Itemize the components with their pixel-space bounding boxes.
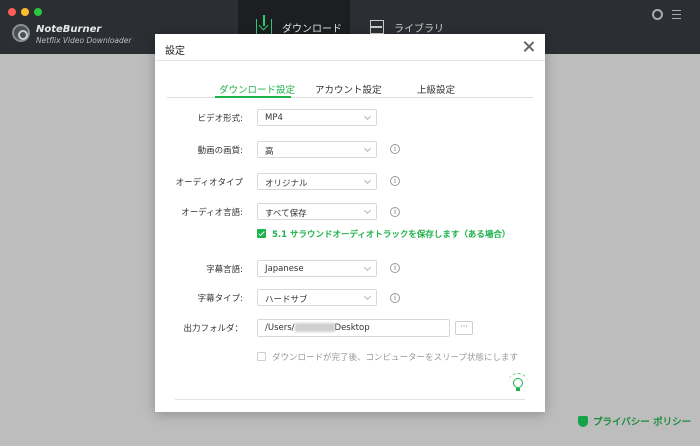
dialog-divider bbox=[155, 60, 545, 61]
tab-account-settings[interactable]: アカウント設定 bbox=[315, 82, 382, 96]
tab-download-label: ダウンロード bbox=[282, 23, 342, 35]
download-icon bbox=[256, 15, 272, 35]
info-icon[interactable]: i bbox=[390, 176, 400, 186]
redacted-username bbox=[294, 323, 335, 332]
chevron-down-icon bbox=[363, 176, 372, 185]
dialog-title: 設定 bbox=[165, 46, 185, 57]
shield-icon bbox=[578, 415, 588, 427]
output-folder-suffix: Desktop bbox=[334, 323, 370, 333]
gear-icon[interactable] bbox=[652, 9, 663, 20]
browse-folder-button[interactable]: ··· bbox=[455, 321, 473, 335]
tab-advanced-settings[interactable]: 上級設定 bbox=[417, 82, 455, 96]
audio-language-select[interactable]: すべて保存 bbox=[257, 203, 377, 220]
chevron-down-icon bbox=[363, 112, 372, 121]
lightbulb-icon[interactable] bbox=[513, 378, 523, 391]
tab-library-label: ライブラリ bbox=[394, 23, 444, 35]
zoom-window-button[interactable] bbox=[34, 8, 42, 16]
tab-download-settings[interactable]: ダウンロード設定 bbox=[219, 82, 295, 96]
info-icon[interactable]: i bbox=[390, 263, 400, 273]
subtitle-language-label: 字幕言語: bbox=[206, 265, 243, 275]
video-format-value: MP4 bbox=[265, 113, 283, 123]
close-icon[interactable] bbox=[523, 40, 535, 52]
info-icon[interactable]: i bbox=[390, 293, 400, 303]
audio-type-select[interactable]: オリジナル bbox=[257, 173, 377, 190]
active-tab-indicator bbox=[215, 96, 291, 98]
video-format-select[interactable]: MP4 bbox=[257, 109, 377, 126]
chevron-down-icon bbox=[363, 206, 372, 215]
surround-label: 5.1 サラウンドオーディオトラックを保存します（ある場合） bbox=[272, 230, 511, 240]
video-quality-label: 動画の画質: bbox=[197, 146, 243, 156]
video-format-label: ビデオ形式: bbox=[197, 114, 243, 124]
privacy-policy-label: プライバシー ポリシー bbox=[593, 417, 692, 428]
menu-icon[interactable] bbox=[672, 10, 681, 19]
audio-type-label: オーディオタイプ bbox=[175, 178, 243, 188]
sleep-label: ダウンロードが完了後、コンピューターをスリープ状態にします bbox=[272, 353, 518, 363]
subtitle-type-select[interactable]: ハードサブ bbox=[257, 289, 377, 306]
output-folder-label: 出力フォルダ： bbox=[183, 324, 243, 334]
close-window-button[interactable] bbox=[8, 8, 16, 16]
video-quality-select[interactable]: 高 bbox=[257, 141, 377, 158]
brand-subtitle: Netflix Video Downloader bbox=[36, 36, 132, 45]
audio-language-label: オーディオ言語: bbox=[181, 208, 243, 218]
chevron-down-icon bbox=[363, 263, 372, 272]
subtitle-language-select[interactable]: Japanese bbox=[257, 260, 377, 277]
chevron-down-icon bbox=[363, 292, 372, 301]
dialog-footer-divider bbox=[175, 399, 525, 400]
output-folder-input[interactable]: /Users/Desktop bbox=[257, 319, 450, 337]
brand-name: NoteBurner bbox=[36, 24, 102, 35]
info-icon[interactable]: i bbox=[390, 207, 400, 217]
output-folder-prefix: /Users/ bbox=[265, 323, 295, 333]
library-icon bbox=[370, 20, 384, 34]
sleep-checkbox[interactable] bbox=[257, 352, 266, 361]
audio-type-value: オリジナル bbox=[265, 179, 308, 189]
video-quality-value: 高 bbox=[265, 147, 274, 157]
minimize-window-button[interactable] bbox=[21, 8, 29, 16]
info-icon[interactable]: i bbox=[390, 144, 400, 154]
privacy-policy-link[interactable]: プライバシー ポリシー bbox=[578, 414, 691, 428]
chevron-down-icon bbox=[363, 144, 372, 153]
app-logo-icon bbox=[12, 24, 30, 42]
settings-dialog: 設定 ダウンロード設定 アカウント設定 上級設定 ビデオ形式: MP4 動画の画… bbox=[155, 34, 545, 412]
subtitle-type-label: 字幕タイプ: bbox=[197, 294, 243, 304]
surround-checkbox[interactable] bbox=[257, 229, 266, 238]
audio-language-value: すべて保存 bbox=[265, 209, 307, 219]
subtitle-type-value: ハードサブ bbox=[265, 295, 308, 305]
subtitle-language-value: Japanese bbox=[265, 264, 304, 274]
settings-tabs: ダウンロード設定 アカウント設定 上級設定 bbox=[167, 76, 533, 98]
